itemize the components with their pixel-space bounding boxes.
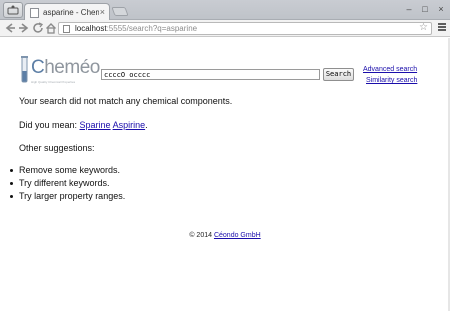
list-item: Try different keywords. [10, 177, 125, 190]
no-match-message: Your search did not match any chemical c… [19, 96, 233, 106]
forward-icon[interactable] [17, 21, 31, 35]
url-host: localhost [75, 24, 107, 33]
suggestion-tips-list: Remove some keywords. Try different keyw… [10, 164, 125, 203]
new-tab-button[interactable] [111, 7, 129, 16]
other-suggestions-heading: Other suggestions: [19, 143, 95, 153]
page-icon [63, 25, 70, 33]
suggestion-link-sparine[interactable]: Sparine [80, 120, 111, 130]
close-window-icon[interactable]: × [436, 3, 446, 17]
browser-menu-icon[interactable] [3, 2, 23, 18]
list-item: Remove some keywords. [10, 164, 125, 177]
similarity-search-link[interactable]: Similarity search [366, 76, 417, 85]
maximize-icon[interactable]: □ [420, 3, 430, 17]
tab-close-icon[interactable]: × [100, 7, 105, 18]
browser-toolbar: localhost:5555/search?q=asparine ☆ [0, 20, 450, 37]
did-you-mean-label: Did you mean: [19, 120, 80, 130]
search-input[interactable] [101, 69, 320, 80]
minimize-icon[interactable]: – [404, 3, 414, 17]
tab-title: asparine - Cheméo Se [43, 8, 99, 17]
reload-icon[interactable] [31, 21, 45, 35]
window-controls: – □ × [404, 3, 446, 17]
list-item: Try larger property ranges. [10, 190, 125, 203]
menu-icon[interactable] [437, 22, 447, 34]
logo-tagline: High Quality Chemical Properties [31, 80, 76, 84]
browser-tab[interactable]: asparine - Cheméo Se × [24, 3, 110, 21]
page-content: Cheméo High Quality Chemical Properties … [0, 38, 450, 311]
address-bar[interactable]: localhost:5555/search?q=asparine ☆ [58, 22, 432, 35]
home-icon[interactable] [44, 21, 58, 35]
suggestion-link-aspirine[interactable]: Aspirine [113, 120, 146, 130]
company-link[interactable]: Céondo GmbH [214, 232, 261, 239]
star-icon[interactable]: ☆ [419, 22, 428, 34]
address-url[interactable]: localhost:5555/search?q=asparine [75, 23, 197, 34]
page-favicon-icon [30, 8, 39, 18]
browser-title-bar: asparine - Cheméo Se × – □ × [0, 0, 450, 21]
copyright-text: © 2014 [189, 232, 214, 239]
flask-icon [21, 56, 28, 83]
did-you-mean: Did you mean: Sparine Aspirine. [19, 120, 148, 130]
advanced-search-link[interactable]: Advanced search [363, 65, 417, 74]
logo-wordmark: Cheméo [31, 57, 100, 78]
search-button[interactable]: Search [323, 68, 354, 81]
back-icon[interactable] [3, 21, 17, 35]
url-path: :5555/search?q=asparine [106, 24, 198, 33]
footer: © 2014 Céondo GmbH [0, 231, 450, 240]
cheméo-logo[interactable]: Cheméo High Quality Chemical Properties [19, 55, 100, 87]
